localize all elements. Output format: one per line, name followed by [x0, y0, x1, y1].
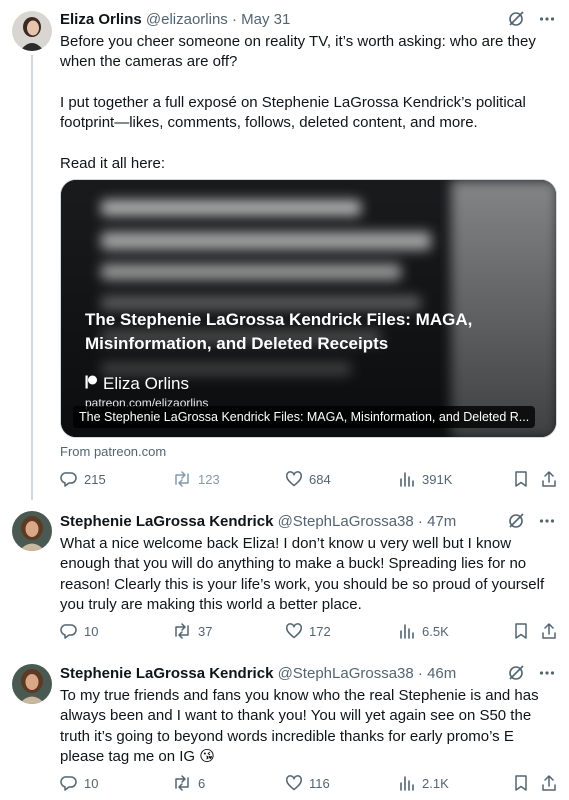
- tweet-eliza-orlins[interactable]: Eliza Orlins @elizaorlins · May 31 Befor…: [0, 0, 569, 500]
- avatar[interactable]: [12, 511, 52, 551]
- share-icon: [542, 775, 556, 791]
- header-icons: [507, 512, 555, 530]
- action-bar: 215 123 684 391K: [60, 470, 557, 490]
- reply-count: 10: [84, 623, 99, 639]
- more-icon[interactable]: [539, 11, 555, 27]
- share-button[interactable]: [540, 774, 558, 795]
- card-brand-name: Eliza Orlins: [103, 374, 189, 393]
- author-handle[interactable]: @elizaorlins: [146, 11, 228, 28]
- reply-count: 215: [84, 471, 106, 487]
- header-icons: [507, 664, 555, 682]
- like-count: 172: [309, 623, 331, 639]
- bookmark-button[interactable]: [512, 622, 530, 643]
- separator: ·: [231, 11, 237, 28]
- avatar[interactable]: [12, 664, 52, 704]
- views-button[interactable]: 6.5K: [398, 622, 449, 640]
- card-brand: Eliza Orlins: [85, 374, 189, 394]
- bookmark-icon: [515, 471, 527, 487]
- avatar[interactable]: [12, 11, 52, 51]
- tweet-text: What a nice welcome back Eliza! I don’t …: [60, 535, 549, 613]
- like-count: 116: [309, 775, 330, 791]
- author-handle[interactable]: @StephLaGrossa38: [278, 513, 414, 530]
- bookmark-icon: [515, 775, 527, 791]
- like-button[interactable]: 684: [285, 470, 331, 488]
- author-name[interactable]: Eliza Orlins: [60, 11, 142, 28]
- share-button[interactable]: [540, 470, 558, 491]
- tweet-header: Eliza Orlins @elizaorlins · May 31: [60, 11, 290, 28]
- views-icon: [400, 776, 414, 791]
- author-handle[interactable]: @StephLaGrossa38: [278, 665, 414, 682]
- views-count: 6.5K: [422, 623, 449, 639]
- tweet-text: To my true friends and fans you know who…: [60, 687, 543, 765]
- tweet-header: Stephenie LaGrossa Kendrick @StephLaGros…: [60, 665, 456, 682]
- card-caption: The Stephenie LaGrossa Kendrick Files: M…: [73, 406, 536, 428]
- repost-icon: [175, 775, 189, 791]
- like-button[interactable]: 116: [285, 774, 330, 792]
- separator: ·: [417, 665, 423, 682]
- action-bar: 10 37 172 6.5K: [60, 622, 557, 642]
- timestamp[interactable]: May 31: [241, 11, 290, 28]
- bookmark-button[interactable]: [512, 470, 530, 491]
- more-icon[interactable]: [539, 665, 555, 681]
- reply-count: 10: [84, 775, 99, 791]
- author-name[interactable]: Stephenie LaGrossa Kendrick: [60, 665, 273, 682]
- like-button[interactable]: 172: [285, 622, 331, 640]
- reply-icon: [60, 472, 77, 487]
- link-card[interactable]: The Stephenie LaGrossa Kendrick Files: M…: [60, 179, 557, 438]
- more-icon[interactable]: [539, 513, 555, 529]
- heart-icon: [286, 623, 302, 639]
- views-button[interactable]: 2.1K: [398, 774, 449, 792]
- tweet-header: Stephenie LaGrossa Kendrick @StephLaGros…: [60, 513, 456, 530]
- share-icon: [542, 623, 556, 639]
- repost-button[interactable]: 123: [172, 470, 220, 488]
- views-icon: [400, 624, 414, 639]
- heart-icon: [286, 471, 302, 487]
- repost-count: 123: [198, 471, 220, 487]
- card-source[interactable]: From patreon.com: [60, 444, 166, 459]
- like-count: 684: [309, 471, 331, 487]
- header-icons: [507, 10, 555, 28]
- grok-icon[interactable]: [507, 512, 525, 530]
- reply-icon: [60, 776, 77, 791]
- separator: ·: [417, 513, 423, 530]
- grok-icon[interactable]: [507, 664, 525, 682]
- repost-button[interactable]: 37: [172, 622, 212, 640]
- share-icon: [542, 471, 556, 487]
- bookmark-icon: [515, 623, 527, 639]
- thread-line: [31, 55, 33, 500]
- patreon-icon: [85, 374, 97, 394]
- reply-icon: [60, 624, 77, 639]
- card-title: The Stephenie LaGrossa Kendrick Files: M…: [85, 310, 473, 353]
- repost-button[interactable]: 6: [172, 774, 205, 792]
- share-button[interactable]: [540, 622, 558, 643]
- repost-count: 6: [198, 775, 206, 791]
- author-name[interactable]: Stephenie LaGrossa Kendrick: [60, 513, 273, 530]
- repost-count: 37: [198, 623, 213, 639]
- timestamp[interactable]: 47m: [427, 513, 456, 530]
- views-icon: [400, 472, 414, 487]
- bookmark-button[interactable]: [512, 774, 530, 795]
- reply-button[interactable]: 10: [60, 774, 98, 792]
- repost-icon: [175, 471, 189, 487]
- views-count: 391K: [422, 471, 453, 487]
- timestamp[interactable]: 46m: [427, 665, 456, 682]
- action-bar: 10 6 116 2.1K: [60, 774, 557, 794]
- views-count: 2.1K: [422, 775, 449, 791]
- heart-icon: [286, 775, 302, 791]
- repost-icon: [175, 623, 189, 639]
- grok-icon[interactable]: [507, 10, 525, 28]
- tweet-text: Before you cheer someone on reality TV, …: [60, 33, 536, 172]
- reply-button[interactable]: 215: [60, 470, 106, 488]
- tweet-stephenie-reply-2[interactable]: Stephenie LaGrossa Kendrick @StephLaGros…: [0, 652, 569, 800]
- tweet-stephenie-reply-1[interactable]: Stephenie LaGrossa Kendrick @StephLaGros…: [0, 502, 569, 652]
- views-button[interactable]: 391K: [398, 470, 452, 488]
- reply-button[interactable]: 10: [60, 622, 98, 640]
